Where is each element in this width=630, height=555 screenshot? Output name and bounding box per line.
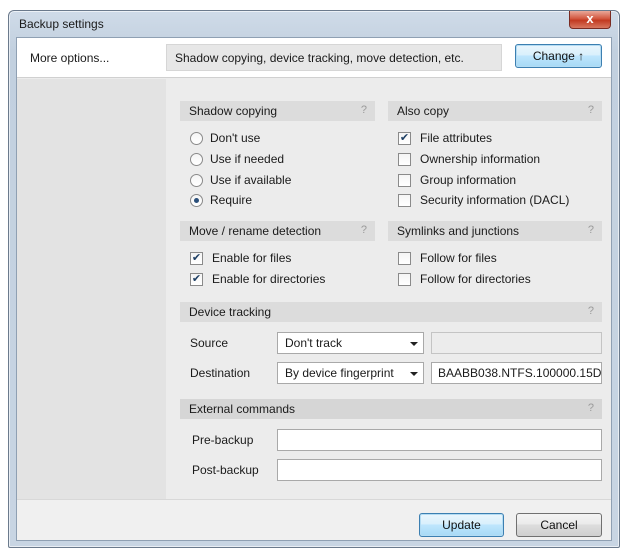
checkbox-follow-for-directories[interactable]: Follow for directories — [398, 271, 531, 287]
device-tracking-title: Device tracking — [189, 305, 272, 319]
help-icon[interactable]: ? — [588, 104, 594, 116]
shadow-copying-title: Shadow copying — [189, 104, 278, 118]
checkbox-file-attributes[interactable]: ✔ File attributes — [398, 130, 492, 146]
post-backup-label: Post-backup — [192, 463, 259, 477]
checkbox-label: Ownership information — [420, 152, 541, 166]
post-backup-input[interactable] — [277, 459, 602, 481]
device-tracking-header: Device tracking ? — [180, 302, 602, 322]
radio-use-if-needed[interactable]: Use if needed — [190, 151, 284, 167]
checkbox-label: Enable for files — [212, 251, 292, 265]
backup-settings-window: Backup settings x More options... Shadow… — [8, 10, 620, 548]
symlinks-title: Symlinks and junctions — [397, 224, 520, 238]
checkbox-label: Group information — [420, 173, 517, 187]
chevron-down-icon — [410, 342, 418, 346]
help-icon[interactable]: ? — [361, 224, 367, 236]
shadow-copying-header: Shadow copying ? — [180, 101, 375, 121]
checkbox-icon — [398, 251, 411, 265]
update-button[interactable]: Update — [419, 513, 504, 537]
destination-label: Destination — [190, 366, 251, 380]
window-title: Backup settings — [19, 17, 104, 31]
checkbox-follow-for-files[interactable]: Follow for files — [398, 250, 497, 266]
change-button[interactable]: Change ↑ — [515, 44, 602, 68]
checkbox-checked-icon: ✔ — [398, 131, 411, 145]
checkbox-ownership-information[interactable]: Ownership information — [398, 151, 540, 167]
checkbox-group-information[interactable]: Group information — [398, 172, 516, 188]
checkbox-checked-icon: ✔ — [190, 251, 203, 265]
checkbox-enable-for-files[interactable]: ✔ Enable for files — [190, 250, 291, 266]
close-button[interactable]: x — [569, 11, 611, 29]
radio-use-if-available[interactable]: Use if available — [190, 172, 291, 188]
destination-dropdown[interactable]: By device fingerprint — [277, 362, 424, 384]
checkbox-label: File attributes — [420, 131, 493, 145]
external-commands-title: External commands — [189, 402, 296, 416]
move-rename-header: Move / rename detection ? — [180, 221, 375, 241]
dialog-body: More options... Shadow copying, device t… — [16, 37, 612, 541]
external-commands-header: External commands ? — [180, 399, 602, 419]
checkbox-icon — [398, 152, 411, 166]
move-rename-title: Move / rename detection — [189, 224, 322, 238]
checkbox-icon — [398, 193, 411, 207]
options-summary: Shadow copying, device tracking, move de… — [166, 44, 502, 71]
radio-dont-use[interactable]: Don't use — [190, 130, 260, 146]
title-bar[interactable]: Backup settings x — [9, 11, 619, 37]
checkbox-icon — [398, 272, 411, 286]
radio-button-icon — [190, 131, 203, 145]
button-bar: Update Cancel — [17, 499, 611, 540]
options-bar: More options... Shadow copying, device t… — [17, 38, 611, 78]
pre-backup-input[interactable] — [277, 429, 602, 451]
checkbox-icon — [398, 173, 411, 187]
source-extra-field — [431, 332, 602, 354]
source-value: Don't track — [285, 336, 342, 350]
pre-backup-label: Pre-backup — [192, 433, 254, 447]
help-icon[interactable]: ? — [361, 104, 367, 116]
also-copy-header: Also copy ? — [388, 101, 602, 121]
chevron-down-icon — [410, 372, 418, 376]
checkbox-label: Follow for files — [420, 251, 497, 265]
left-pane — [17, 79, 166, 499]
symlinks-header: Symlinks and junctions ? — [388, 221, 602, 241]
checkbox-checked-icon: ✔ — [190, 272, 203, 286]
radio-button-icon — [190, 152, 203, 166]
cancel-button[interactable]: Cancel — [516, 513, 602, 537]
help-icon[interactable]: ? — [588, 224, 594, 236]
source-dropdown[interactable]: Don't track — [277, 332, 424, 354]
radio-require[interactable]: Require — [190, 192, 252, 208]
radio-button-selected-icon — [190, 193, 203, 207]
radio-label: Require — [210, 193, 253, 207]
more-options-label: More options... — [30, 51, 110, 65]
checkbox-label: Follow for directories — [420, 272, 531, 286]
radio-label: Don't use — [210, 131, 261, 145]
destination-fingerprint-field[interactable]: BAABB038.NTFS.100000.15D50 — [431, 362, 602, 384]
radio-label: Use if needed — [210, 152, 285, 166]
checkbox-enable-for-directories[interactable]: ✔ Enable for directories — [190, 271, 325, 287]
destination-value: By device fingerprint — [285, 366, 394, 380]
checkbox-security-information[interactable]: Security information (DACL) — [398, 192, 569, 208]
help-icon[interactable]: ? — [588, 402, 594, 414]
radio-button-icon — [190, 173, 203, 187]
radio-label: Use if available — [210, 173, 292, 187]
source-label: Source — [190, 336, 229, 350]
help-icon[interactable]: ? — [588, 305, 594, 317]
close-icon: x — [586, 11, 594, 26]
checkbox-label: Enable for directories — [212, 272, 326, 286]
checkbox-label: Security information (DACL) — [420, 193, 570, 207]
also-copy-title: Also copy — [397, 104, 450, 118]
